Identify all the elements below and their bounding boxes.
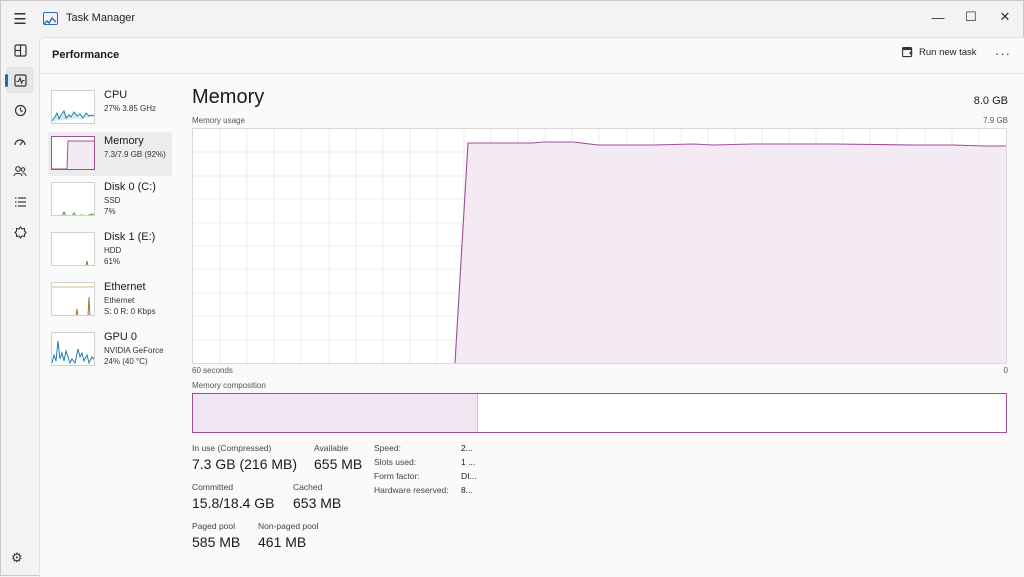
title-bar: ☰ Task Manager — ☐ ✕ [1, 1, 1024, 37]
speed-value: 2... [461, 443, 473, 453]
gpu-thumbnail-graph [51, 332, 95, 366]
cached-label: Cached [293, 482, 323, 492]
details-icon [14, 197, 26, 207]
resource-detail: NVIDIA GeForce [104, 346, 164, 355]
task-manager-app-icon [43, 12, 58, 25]
services-nav-button[interactable] [6, 219, 34, 245]
memory-title: Memory [192, 86, 265, 108]
time-axis-left-label: 60 seconds [192, 366, 233, 375]
ethernet-thumbnail-graph [51, 282, 95, 316]
paged-pool-label: Paged pool [192, 521, 236, 531]
resource-detail: SSD [104, 196, 121, 205]
hamburger-menu-icon[interactable]: ☰ [10, 10, 30, 28]
resource-item-cpu[interactable]: CPU 27% 3.85 GHz [48, 86, 172, 130]
memory-usage-area [455, 142, 1006, 363]
processes-nav-button[interactable] [6, 37, 34, 63]
resource-name: Disk 1 (E:) [104, 231, 156, 243]
performance-icon [13, 73, 27, 87]
resource-detail: 27% 3.85 GHz [104, 104, 157, 113]
resource-detail: Ethernet [104, 296, 135, 305]
disk-1-thumbnail-graph [51, 232, 95, 266]
app-history-icon [14, 104, 26, 116]
memory-thumbnail-graph [51, 136, 95, 170]
details-nav-button[interactable] [6, 189, 34, 215]
memory-usage-max: 7.9 GB [983, 116, 1008, 125]
resource-detail: HDD [104, 246, 122, 255]
speed-label: Speed: [374, 443, 401, 453]
cpu-thumbnail-graph [51, 90, 95, 124]
processes-icon [13, 43, 27, 57]
resource-item-disk-1[interactable]: Disk 1 (E:) HDD 61% [48, 228, 172, 272]
users-nav-button[interactable] [6, 158, 34, 184]
form-factor-value: DI... [461, 471, 477, 481]
memory-composition-label: Memory composition [192, 381, 266, 390]
app-history-nav-button[interactable] [6, 97, 34, 123]
committed-label: Committed [192, 482, 234, 492]
users-icon [13, 165, 27, 176]
resource-name: Memory [104, 135, 144, 147]
startup-apps-icon [14, 138, 26, 145]
resource-item-disk-0[interactable]: Disk 0 (C:) SSD 7% [48, 178, 172, 222]
resource-detail: 7.3/7.9 GB (92%) [104, 150, 166, 159]
memory-panel: Memory 8.0 GB Memory usage 7.9 GB 60 sec… [192, 84, 1008, 574]
non-paged-pool-value: 461 MB [258, 534, 307, 550]
disk-0-thumbnail-graph [51, 182, 95, 216]
run-task-icon [902, 47, 913, 58]
available-label: Available [314, 443, 349, 453]
resource-detail: 61% [104, 257, 121, 266]
run-new-task-label: Run new task [919, 47, 977, 58]
memory-in-use-segment [193, 394, 478, 432]
resource-item-gpu-0[interactable]: GPU 0 NVIDIA GeForce 24% (40 °C) [48, 328, 172, 372]
cached-value: 653 MB [293, 495, 342, 511]
memory-composition-bar [192, 393, 1007, 433]
paged-pool-value: 585 MB [192, 534, 241, 550]
non-paged-pool-label: Non-paged pool [258, 521, 319, 531]
navigation-rail [1, 37, 39, 577]
time-axis-right-label: 0 [1003, 366, 1008, 375]
in-use-label: In use (Compressed) [192, 443, 272, 453]
settings-icon[interactable]: ⚙ [11, 550, 23, 566]
maximize-button[interactable]: ☐ [956, 5, 986, 29]
hardware-reserved-value: 8... [461, 485, 473, 495]
startup-apps-nav-button[interactable] [6, 128, 34, 154]
minimize-button[interactable]: — [923, 5, 953, 29]
slots-used-label: Slots used: [374, 457, 417, 467]
performance-content: Performance Run new task ··· CPU 27% 3.8… [39, 37, 1024, 577]
resource-name: Ethernet [104, 281, 146, 293]
app-title: Task Manager [66, 12, 136, 24]
page-header: Performance Run new task ··· [40, 38, 1024, 74]
run-new-task-button[interactable]: Run new task [902, 47, 977, 58]
resource-name: CPU [104, 89, 128, 101]
resource-name: GPU 0 [104, 331, 138, 343]
resource-name: Disk 0 (C:) [104, 181, 156, 193]
resource-item-memory[interactable]: Memory 7.3/7.9 GB (92%) [48, 132, 172, 176]
resource-detail: 7% [104, 207, 116, 216]
form-factor-label: Form factor: [374, 471, 420, 481]
available-value: 655 MB [314, 456, 363, 472]
close-button[interactable]: ✕ [990, 5, 1020, 29]
services-icon [13, 225, 27, 239]
page-title: Performance [52, 49, 120, 61]
hardware-reserved-label: Hardware reserved: [374, 485, 449, 495]
performance-nav-button[interactable] [5, 67, 34, 93]
resource-item-ethernet[interactable]: Ethernet Ethernet S: 0 R: 0 Kbps [48, 278, 172, 322]
memory-total: 8.0 GB [973, 95, 1008, 107]
in-use-value: 7.3 GB (216 MB) [192, 456, 298, 472]
resource-detail: S: 0 R: 0 Kbps [104, 307, 156, 316]
resource-detail: 24% (40 °C) [104, 357, 148, 366]
memory-usage-graph [192, 128, 1007, 364]
slots-used-value: 1 ... [461, 457, 476, 467]
task-manager-window: ☰ Task Manager — ☐ ✕ ⚙ Performance Run n… [0, 0, 1024, 577]
memory-usage-label: Memory usage [192, 116, 245, 125]
more-options-button[interactable]: ··· [995, 46, 1011, 61]
committed-value: 15.8/18.4 GB [192, 495, 275, 511]
